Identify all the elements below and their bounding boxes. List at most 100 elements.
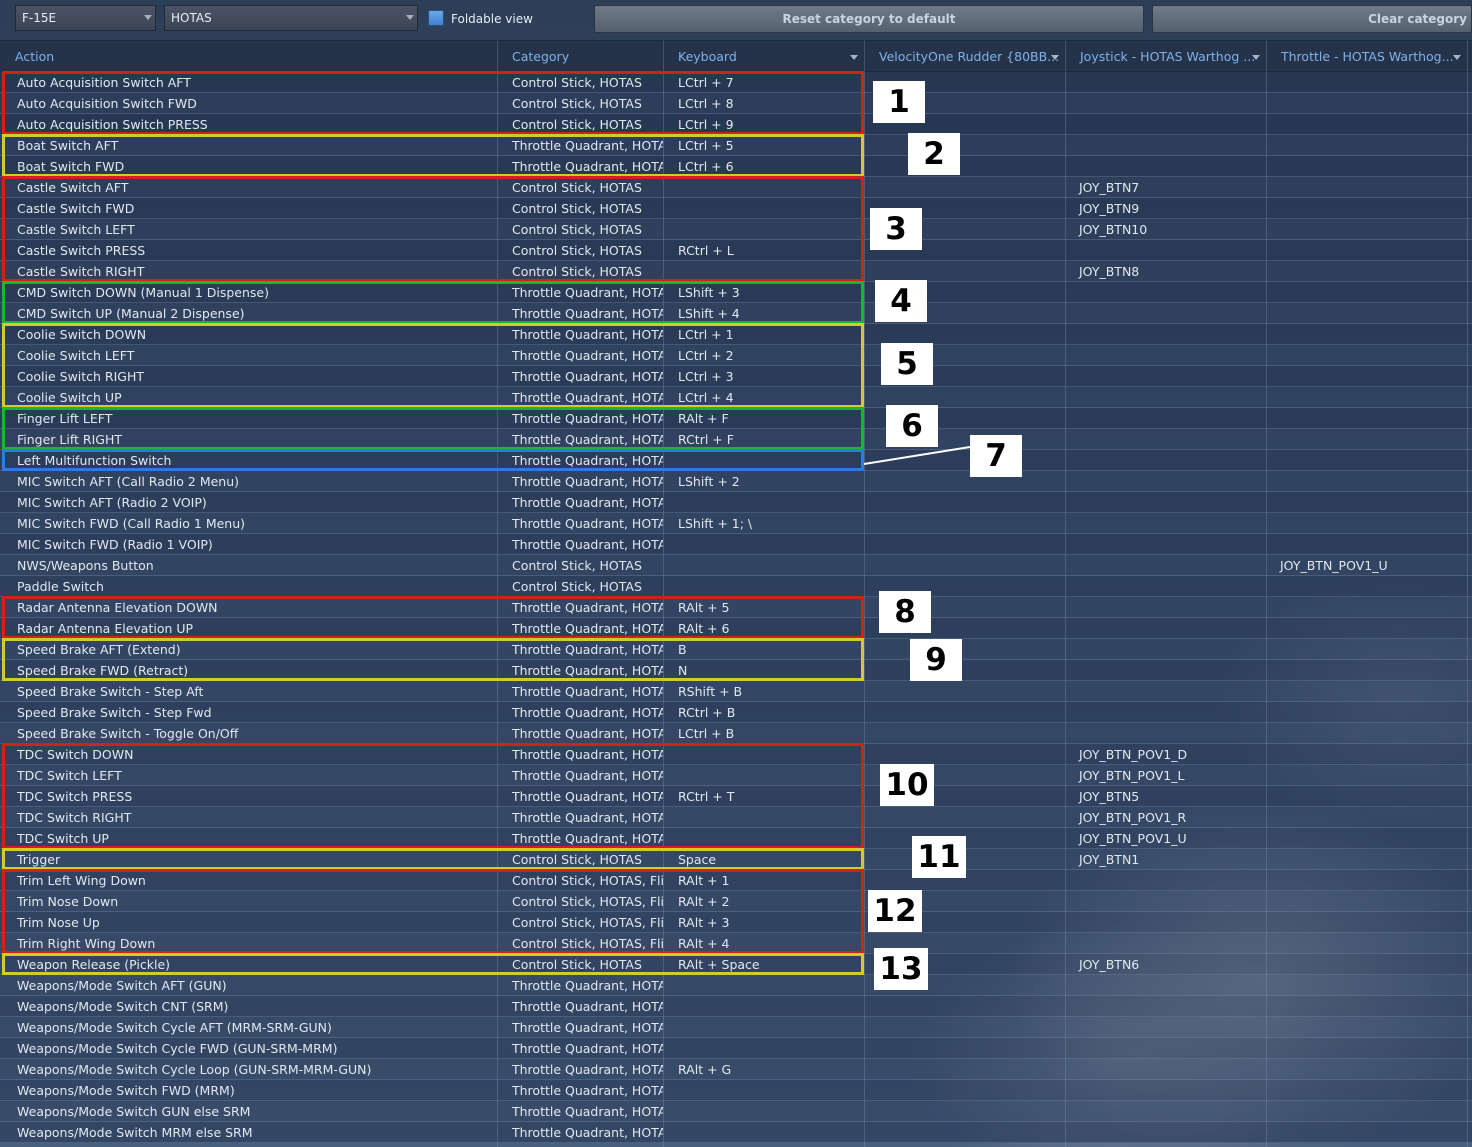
chevron-down-icon[interactable] xyxy=(1051,55,1059,60)
throttle-binding-cell[interactable] xyxy=(1266,534,1467,555)
table-row[interactable]: Auto Acquisition Switch PRESS Control Sti… xyxy=(0,114,1472,135)
throttle-binding-cell[interactable] xyxy=(1266,681,1467,702)
table-row[interactable]: Weapons/Mode Switch CNT (SRM) Throttle Qu… xyxy=(0,996,1472,1017)
column-header-keyboard[interactable]: Keyboard xyxy=(663,41,864,71)
table-row[interactable]: Boat Switch FWD Throttle Quadrant, HOTAS L… xyxy=(0,156,1472,177)
table-row[interactable]: Auto Acquisition Switch FWD Control Stick… xyxy=(0,93,1472,114)
joystick-binding-cell[interactable] xyxy=(1065,1038,1266,1059)
joystick-binding-cell[interactable]: JOY_BTN10 xyxy=(1065,219,1266,240)
rudder-binding-cell[interactable] xyxy=(864,492,1065,513)
rudder-binding-cell[interactable] xyxy=(864,135,1065,156)
keyboard-binding-cell[interactable] xyxy=(663,1122,864,1143)
joystick-binding-cell[interactable] xyxy=(1065,387,1266,408)
keyboard-binding-cell[interactable]: Space xyxy=(663,849,864,870)
table-row[interactable]: Speed Brake Switch - Step Fwd Throttle Qu… xyxy=(0,702,1472,723)
keyboard-binding-cell[interactable]: N xyxy=(663,660,864,681)
throttle-binding-cell[interactable] xyxy=(1266,933,1467,954)
throttle-binding-cell[interactable] xyxy=(1266,702,1467,723)
table-row[interactable]: Trim Right Wing Down Control Stick, HOTAS… xyxy=(0,933,1472,954)
joystick-binding-cell[interactable] xyxy=(1065,702,1266,723)
rudder-binding-cell[interactable] xyxy=(864,471,1065,492)
throttle-binding-cell[interactable] xyxy=(1266,618,1467,639)
throttle-binding-cell[interactable] xyxy=(1266,870,1467,891)
keyboard-binding-cell[interactable]: LCtrl + 5 xyxy=(663,135,864,156)
throttle-binding-cell[interactable] xyxy=(1266,954,1467,975)
joystick-binding-cell[interactable] xyxy=(1065,723,1266,744)
throttle-binding-cell[interactable] xyxy=(1266,114,1467,135)
throttle-binding-cell[interactable] xyxy=(1266,156,1467,177)
joystick-binding-cell[interactable] xyxy=(1065,492,1266,513)
throttle-binding-cell[interactable] xyxy=(1266,576,1467,597)
throttle-binding-cell[interactable] xyxy=(1266,261,1467,282)
table-row[interactable]: Weapons/Mode Switch Cycle Loop (GUN-SRM-… xyxy=(0,1059,1472,1080)
table-row[interactable]: Weapons/Mode Switch Cycle FWD (GUN-SRM-M… xyxy=(0,1038,1472,1059)
rudder-binding-cell[interactable] xyxy=(864,1080,1065,1101)
table-row[interactable]: Castle Switch FWD Control Stick, HOTAS JOY… xyxy=(0,198,1472,219)
column-header-category[interactable]: Category xyxy=(497,41,663,71)
keyboard-binding-cell[interactable] xyxy=(663,1017,864,1038)
rudder-binding-cell[interactable] xyxy=(864,639,1065,660)
aircraft-select[interactable]: F-15E xyxy=(15,5,156,31)
rudder-binding-cell[interactable] xyxy=(864,177,1065,198)
throttle-binding-cell[interactable] xyxy=(1266,660,1467,681)
keyboard-binding-cell[interactable]: LCtrl + 1 xyxy=(663,324,864,345)
chevron-down-icon[interactable] xyxy=(1453,55,1461,60)
throttle-binding-cell[interactable] xyxy=(1266,513,1467,534)
table-row[interactable]: MIC Switch FWD (Call Radio 1 Menu) Thrott… xyxy=(0,513,1472,534)
table-row[interactable]: Speed Brake AFT (Extend) Throttle Quadran… xyxy=(0,639,1472,660)
joystick-binding-cell[interactable]: JOY_BTN_POV1_L xyxy=(1065,765,1266,786)
table-row[interactable]: Finger Lift RIGHT Throttle Quadrant, HOTA… xyxy=(0,429,1472,450)
throttle-binding-cell[interactable] xyxy=(1266,723,1467,744)
joystick-binding-cell[interactable] xyxy=(1065,891,1266,912)
keyboard-binding-cell[interactable] xyxy=(663,219,864,240)
chevron-down-icon[interactable] xyxy=(1252,55,1260,60)
throttle-binding-cell[interactable] xyxy=(1266,639,1467,660)
joystick-binding-cell[interactable] xyxy=(1065,471,1266,492)
keyboard-binding-cell[interactable]: LCtrl + 4 xyxy=(663,387,864,408)
rudder-binding-cell[interactable] xyxy=(864,450,1065,471)
keyboard-binding-cell[interactable] xyxy=(663,492,864,513)
throttle-binding-cell[interactable] xyxy=(1266,891,1467,912)
throttle-binding-cell[interactable] xyxy=(1266,1122,1467,1143)
throttle-binding-cell[interactable] xyxy=(1266,1038,1467,1059)
rudder-binding-cell[interactable] xyxy=(864,156,1065,177)
table-row[interactable]: TDC Switch RIGHT Throttle Quadrant, HOTAS… xyxy=(0,807,1472,828)
joystick-binding-cell[interactable] xyxy=(1065,870,1266,891)
keyboard-binding-cell[interactable] xyxy=(663,534,864,555)
rudder-binding-cell[interactable] xyxy=(864,261,1065,282)
joystick-binding-cell[interactable] xyxy=(1065,324,1266,345)
joystick-binding-cell[interactable] xyxy=(1065,135,1266,156)
rudder-binding-cell[interactable] xyxy=(864,660,1065,681)
table-row[interactable]: Trigger Control Stick, HOTAS Space JOY_BTN1 xyxy=(0,849,1472,870)
joystick-binding-cell[interactable] xyxy=(1065,534,1266,555)
rudder-binding-cell[interactable] xyxy=(864,702,1065,723)
table-row[interactable]: Paddle Switch Control Stick, HOTAS xyxy=(0,576,1472,597)
table-row[interactable]: Speed Brake FWD (Retract) Throttle Quadra… xyxy=(0,660,1472,681)
table-row[interactable]: Speed Brake Switch - Step Aft Throttle Qu… xyxy=(0,681,1472,702)
joystick-binding-cell[interactable] xyxy=(1065,618,1266,639)
table-row[interactable]: MIC Switch AFT (Radio 2 VOIP) Throttle Qu… xyxy=(0,492,1472,513)
rudder-binding-cell[interactable] xyxy=(864,681,1065,702)
table-row[interactable]: Finger Lift LEFT Throttle Quadrant, HOTAS… xyxy=(0,408,1472,429)
table-row[interactable]: MIC Switch FWD (Radio 1 VOIP) Throttle Qu… xyxy=(0,534,1472,555)
joystick-binding-cell[interactable] xyxy=(1065,681,1266,702)
keyboard-binding-cell[interactable]: LCtrl + 7 xyxy=(663,72,864,93)
rudder-binding-cell[interactable] xyxy=(864,555,1065,576)
table-row[interactable]: TDC Switch DOWN Throttle Quadrant, HOTAS J… xyxy=(0,744,1472,765)
joystick-binding-cell[interactable] xyxy=(1065,975,1266,996)
keyboard-binding-cell[interactable] xyxy=(663,975,864,996)
throttle-binding-cell[interactable] xyxy=(1266,1101,1467,1122)
throttle-binding-cell[interactable] xyxy=(1266,597,1467,618)
throttle-binding-cell[interactable] xyxy=(1266,492,1467,513)
keyboard-binding-cell[interactable] xyxy=(663,198,864,219)
throttle-binding-cell[interactable] xyxy=(1266,765,1467,786)
table-row[interactable]: Trim Left Wing Down Control Stick, HOTAS,… xyxy=(0,870,1472,891)
rudder-binding-cell[interactable] xyxy=(864,1101,1065,1122)
throttle-binding-cell[interactable] xyxy=(1266,1017,1467,1038)
joystick-binding-cell[interactable]: JOY_BTN_POV1_R xyxy=(1065,807,1266,828)
keyboard-binding-cell[interactable]: B xyxy=(663,639,864,660)
keyboard-binding-cell[interactable]: LShift + 2 xyxy=(663,471,864,492)
keyboard-binding-cell[interactable] xyxy=(663,807,864,828)
keyboard-binding-cell[interactable] xyxy=(663,450,864,471)
category-select[interactable]: HOTAS xyxy=(164,5,418,31)
